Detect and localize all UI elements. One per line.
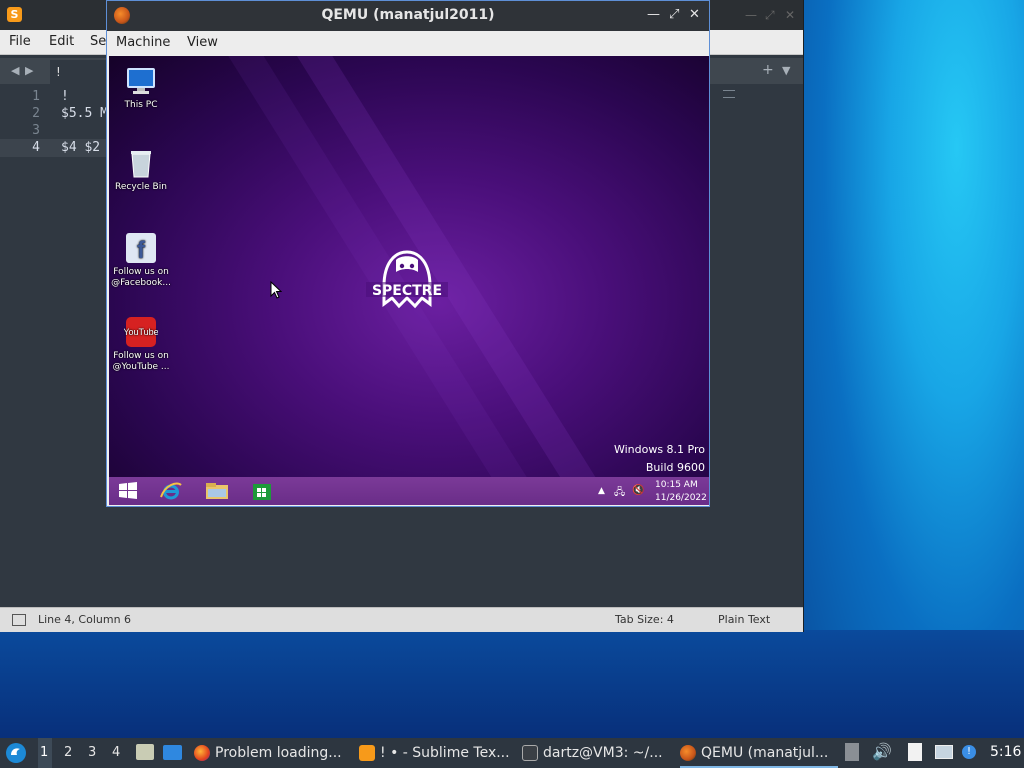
workspace-1[interactable]: 1 [40, 745, 48, 760]
guest-desktop[interactable]: This PC Recycle Bin f Follow us on @Face… [109, 56, 709, 505]
show-hidden-icons-icon[interactable]: ▲ [598, 486, 605, 496]
clipboard-icon[interactable] [908, 743, 922, 761]
tab-left-arrow-icon[interactable]: ◀ [11, 64, 19, 77]
internet-explorer-icon[interactable] [159, 481, 183, 501]
workspace-2[interactable]: 2 [64, 745, 72, 760]
guest-clock-time[interactable]: 10:15 AM [655, 480, 698, 490]
minimap[interactable] [723, 90, 735, 98]
desktop-icon-recycle-bin[interactable]: Recycle Bin [109, 146, 173, 193]
icon-label: Follow us on @Facebook... [111, 267, 171, 288]
volume-muted-icon[interactable]: 🔇 [632, 485, 644, 496]
app-menu-icon[interactable] [5, 742, 27, 764]
line-number: 2 [32, 106, 40, 121]
notification-icon[interactable]: ! [962, 745, 976, 759]
icon-label: Follow us on @YouTube ... [112, 351, 170, 372]
network-icon[interactable]: 🖧 [614, 485, 625, 502]
tab-menu-icon[interactable]: ▼ [782, 64, 790, 77]
spectre-logo: SPECTRE [362, 246, 452, 316]
task-label: QEMU (manatjul... [701, 745, 829, 761]
line-number: 4 [32, 140, 40, 155]
workspace-3[interactable]: 3 [88, 745, 96, 760]
volume-icon[interactable]: 🔊 [872, 742, 892, 761]
qemu-titlebar[interactable]: QEMU (manatjul2011) — ⤢ ✕ [107, 1, 709, 31]
windows-build: Build 9600 [645, 461, 705, 474]
windows-edition: Windows 8.1 Pro [613, 443, 705, 456]
desktop-wallpaper-lower [0, 630, 1024, 740]
recycle-bin-icon [124, 146, 158, 180]
show-desktop-icon[interactable] [163, 745, 182, 760]
close-icon[interactable]: ✕ [689, 7, 700, 22]
svg-text:YouTube: YouTube [124, 327, 158, 337]
file-manager-icon[interactable] [136, 744, 154, 760]
firefox-icon [194, 745, 210, 761]
status-bar: Line 4, Column 6 Tab Size: 4 Plain Text [0, 607, 803, 632]
desktop-icon-youtube[interactable]: YouTube Follow us on @YouTube ... [109, 315, 173, 373]
desktop-wallpaper [800, 0, 1024, 740]
network-icon[interactable] [935, 745, 953, 759]
syntax-mode[interactable]: Plain Text [718, 613, 770, 626]
mouse-cursor-icon [270, 280, 283, 302]
menu-view[interactable]: View [187, 35, 218, 50]
terminal-icon [522, 745, 538, 761]
task-label: ! • - Sublime Tex... [380, 745, 509, 761]
youtube-icon: YouTube [123, 315, 159, 349]
task-firefox[interactable]: Problem loading... [194, 740, 349, 766]
panel-toggle-icon[interactable] [12, 614, 26, 626]
maximize-icon[interactable]: ⤢ [765, 8, 775, 23]
desktop-icon-facebook[interactable]: f Follow us on @Facebook... [109, 231, 173, 289]
tab-file[interactable]: ! [50, 60, 108, 84]
guest-taskbar: ▲ 🖧 🔇 10:15 AM 11/26/2022 [109, 477, 709, 505]
store-icon[interactable] [251, 481, 275, 501]
menu-file[interactable]: File [9, 34, 31, 49]
task-terminal[interactable]: dartz@VM3: ~/... [522, 740, 667, 766]
cursor-position[interactable]: Line 4, Column 6 [38, 613, 131, 626]
tab-right-arrow-icon[interactable]: ▶ [25, 64, 33, 77]
computer-icon [124, 64, 158, 98]
logo-text: SPECTRE [372, 283, 442, 299]
facebook-icon: f [124, 231, 158, 265]
new-tab-icon[interactable]: + [762, 62, 774, 78]
maximize-icon[interactable]: ⤢ [669, 7, 679, 22]
desktop-icon-this-pc[interactable]: This PC [109, 64, 173, 111]
tab-size[interactable]: Tab Size: 4 [615, 613, 674, 626]
workspace-4[interactable]: 4 [112, 745, 120, 760]
task-qemu[interactable]: QEMU (manatjul... [680, 740, 838, 768]
windows-start-icon[interactable] [117, 481, 141, 501]
menu-machine[interactable]: Machine [116, 35, 170, 50]
task-label: dartz@VM3: ~/... [543, 745, 663, 761]
minimize-icon[interactable]: — [745, 8, 757, 22]
panel-clock[interactable]: 5:16 [990, 744, 1021, 760]
qemu-window: QEMU (manatjul2011) — ⤢ ✕ Machine View T… [106, 0, 710, 507]
code-line[interactable]: ! [61, 89, 69, 104]
svg-text:f: f [137, 237, 146, 264]
menu-selection[interactable]: Se [90, 34, 106, 49]
guest-clock-date[interactable]: 11/26/2022 [655, 493, 707, 503]
code-line[interactable]: $5.5 M [61, 106, 108, 121]
qemu-title: QEMU (manatjul2011) [321, 7, 495, 23]
minimize-icon[interactable]: — [647, 7, 660, 22]
icon-label: Recycle Bin [115, 182, 167, 192]
sublime-icon [359, 745, 375, 761]
sublime-icon: S [7, 7, 22, 22]
qemu-icon [680, 745, 696, 761]
line-number: 1 [32, 89, 40, 104]
icon-label: This PC [124, 100, 158, 110]
task-scroll-icon[interactable] [845, 743, 859, 761]
menu-edit[interactable]: Edit [49, 34, 74, 49]
task-label: Problem loading... [215, 745, 342, 761]
code-line[interactable]: $4 $2 [61, 140, 100, 155]
line-number: 3 [32, 123, 40, 138]
qemu-menubar: Machine View [107, 31, 709, 55]
close-icon[interactable]: ✕ [785, 8, 795, 22]
task-sublime[interactable]: ! • - Sublime Tex... [359, 740, 509, 766]
file-explorer-icon[interactable] [204, 481, 228, 501]
